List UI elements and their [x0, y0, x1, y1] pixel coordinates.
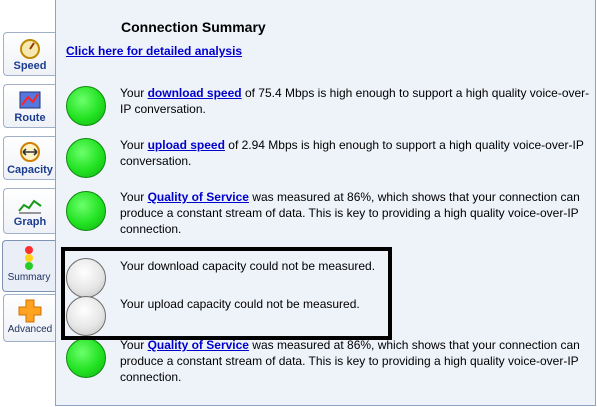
result-text: Your Quality of Service was measured at … — [120, 338, 580, 384]
tab-advanced[interactable]: Advanced — [3, 294, 56, 342]
result-text: Your download capacity could not be meas… — [120, 259, 376, 273]
status-green-icon — [66, 191, 106, 231]
tab-route[interactable]: Route — [3, 84, 56, 128]
status-green-icon — [66, 86, 106, 126]
graph-icon — [18, 199, 42, 214]
tab-label: Advanced — [7, 324, 53, 335]
result-text: Your download speed of 75.4 Mbps is high… — [120, 86, 590, 116]
route-icon — [19, 91, 41, 109]
upload-speed-link[interactable]: upload speed — [148, 138, 225, 152]
quality-of-service-link[interactable]: Quality of Service — [148, 338, 249, 352]
speedometer-icon — [20, 39, 40, 59]
traffic-light-icon — [25, 246, 33, 270]
status-green-icon — [66, 138, 106, 178]
capacity-icon — [20, 142, 40, 162]
tab-label: Graph — [13, 216, 47, 228]
status-unknown-icon — [66, 258, 106, 298]
detailed-analysis-link[interactable]: Click here for detailed analysis — [66, 44, 242, 58]
tab-speed[interactable]: Speed — [3, 32, 56, 76]
result-text: Your Quality of Service was measured at … — [120, 190, 580, 236]
tab-label: Route — [14, 112, 46, 124]
page-title: Connection Summary — [121, 19, 266, 35]
status-unknown-icon — [66, 296, 106, 336]
result-text: Your upload speed of 2.94 Mbps is high e… — [120, 138, 584, 168]
tab-graph[interactable]: Graph — [3, 188, 56, 234]
result-text: Your upload capacity could not be measur… — [120, 297, 360, 311]
tab-label: Capacity — [7, 164, 53, 176]
status-green-icon — [66, 338, 106, 378]
quality-of-service-link[interactable]: Quality of Service — [148, 190, 249, 204]
plus-icon — [18, 299, 42, 323]
tab-capacity[interactable]: Capacity — [3, 136, 56, 180]
tab-label: Speed — [13, 60, 47, 72]
tab-bar: Speed Route Capacity Graph Summary Advan… — [0, 0, 57, 407]
download-speed-link[interactable]: download speed — [148, 86, 242, 100]
tab-label: Summary — [7, 272, 51, 283]
tab-summary[interactable]: Summary — [2, 240, 55, 292]
